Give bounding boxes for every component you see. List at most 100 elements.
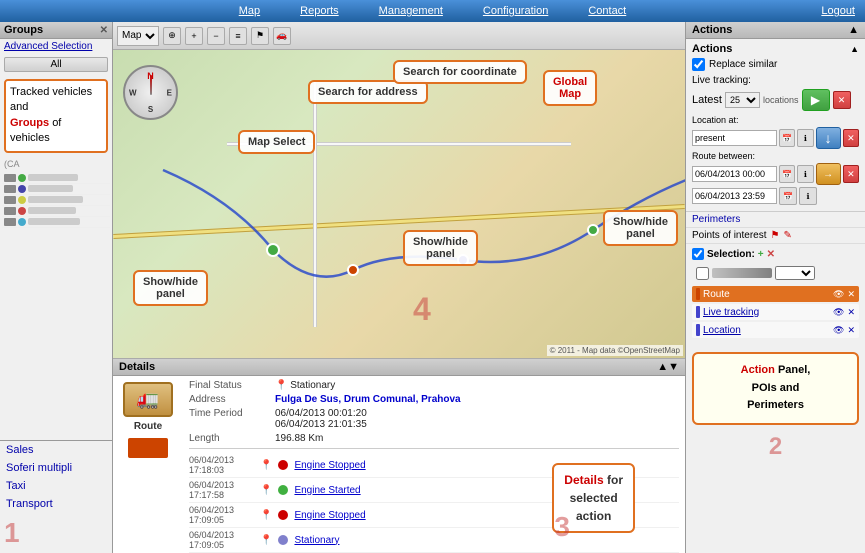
route-to-info-icon[interactable]: ℹ: [799, 187, 817, 205]
actions-sub-header: Actions ▲: [692, 43, 859, 55]
route-icon-box: 🚛: [123, 382, 173, 417]
actions-section: Actions ▲ Replace similar Live tracking:…: [686, 39, 865, 212]
route-from-input[interactable]: [692, 166, 777, 182]
event-link[interactable]: Engine Stopped: [294, 510, 365, 521]
advanced-selection-link[interactable]: Advanced Selection: [0, 39, 112, 54]
details-anno-action: action: [576, 509, 611, 523]
location-pin-icon: 📍: [260, 510, 272, 521]
nav-map[interactable]: Map: [239, 5, 260, 17]
final-status-row: Final Status 📍 Stationary: [189, 380, 679, 391]
route-item-label: Route: [703, 289, 830, 300]
group-section: Sales Soferi multipli Taxi Transport: [0, 440, 112, 513]
selection-item-live-tracking[interactable]: Live tracking 👁 ✕: [692, 304, 859, 320]
location-close-icon[interactable]: ✕: [847, 325, 855, 336]
logout-button[interactable]: Logout: [821, 5, 855, 17]
ca-label: (CA: [0, 157, 112, 171]
sidebar-item-taxi[interactable]: Taxi: [0, 477, 112, 495]
event-dot: [278, 535, 288, 545]
list-item[interactable]: [2, 206, 110, 217]
latest-count-select[interactable]: 251050: [725, 92, 760, 108]
selection-close-icon[interactable]: ✕: [767, 249, 775, 260]
replace-similar-checkbox[interactable]: [692, 58, 705, 71]
route-to-input[interactable]: [692, 188, 777, 204]
nav-contact[interactable]: Contact: [588, 5, 626, 17]
location-at-clear-button[interactable]: ✕: [843, 129, 859, 147]
route-from-go-button[interactable]: →: [816, 163, 841, 185]
list-item[interactable]: [2, 173, 110, 184]
route-eye-icon[interactable]: 👁: [833, 289, 844, 300]
groups-close-icon[interactable]: ✕: [100, 25, 108, 36]
left-panel-number-badge: 1: [4, 517, 20, 548]
selection-add-icon[interactable]: +: [758, 249, 764, 260]
event-link[interactable]: Engine Started: [294, 485, 360, 496]
length-label: Length: [189, 433, 269, 444]
poi-edit-icon[interactable]: ✎: [783, 230, 791, 241]
location-at-input[interactable]: [692, 130, 777, 146]
route-close-icon[interactable]: ✕: [847, 289, 855, 300]
layers-icon[interactable]: ≡: [229, 27, 247, 45]
live-tracking-close-icon[interactable]: ✕: [847, 307, 855, 318]
nav-management[interactable]: Management: [379, 5, 443, 17]
actions-sub-scroll[interactable]: ▲: [850, 44, 859, 54]
nav-reports[interactable]: Reports: [300, 5, 339, 17]
show-hide-3-label: Show/hidepanel: [613, 216, 668, 240]
map-select-annotation: Map Select: [238, 130, 315, 154]
road-vertical: [313, 81, 317, 327]
action-panel-label: Action: [741, 364, 775, 376]
route-color-bar: [128, 438, 168, 458]
show-hide-1-annotation: Show/hidepanel: [133, 270, 208, 306]
location-pin-icon: 📍: [275, 380, 287, 391]
flag-icon[interactable]: ⚑: [251, 27, 269, 45]
vehicle-color-checkbox[interactable]: [696, 267, 709, 280]
perimeters-row[interactable]: Perimeters: [686, 212, 865, 228]
nav-configuration[interactable]: Configuration: [483, 5, 548, 17]
location-at-info-icon[interactable]: ℹ: [797, 129, 813, 147]
vehicle-list: [0, 171, 112, 440]
actions-scroll-icon[interactable]: ▲: [848, 24, 859, 36]
list-item[interactable]: [2, 195, 110, 206]
event-link[interactable]: Stationary: [294, 535, 339, 546]
vehicle-color-select[interactable]: [775, 266, 815, 280]
nav-compass-icon[interactable]: ⊕: [163, 27, 181, 45]
sidebar-item-transport[interactable]: Transport: [0, 495, 112, 513]
car-icon[interactable]: 🚗: [273, 27, 291, 45]
live-tracking-eye-icon[interactable]: 👁: [833, 307, 844, 318]
sidebar-item-sales[interactable]: Sales: [0, 441, 112, 459]
details-panel: Details ▲▼ 🚛 Route Final Status: [113, 358, 685, 553]
location-pin-icon: 📍: [260, 460, 272, 471]
route-from-info-icon[interactable]: ℹ: [797, 165, 813, 183]
details-scroll-icon[interactable]: ▲▼: [657, 361, 679, 373]
list-item[interactable]: [2, 217, 110, 228]
selection-item-route[interactable]: Route 👁 ✕: [692, 286, 859, 302]
sidebar-item-soferi[interactable]: Soferi multipli: [0, 459, 112, 477]
selection-header: Selection: + ✕: [692, 248, 859, 260]
location-eye-icon[interactable]: 👁: [833, 325, 844, 336]
details-anno-label: Details: [564, 473, 603, 487]
event-link[interactable]: Engine Stopped: [294, 460, 365, 471]
search-coord-label: Search for coordinate: [403, 66, 517, 78]
zoom-in-icon[interactable]: +: [185, 27, 203, 45]
route-from-calendar-icon[interactable]: 📅: [779, 165, 795, 183]
route-from-clear-button[interactable]: ✕: [843, 165, 859, 183]
route-to-calendar-icon[interactable]: 📅: [779, 187, 797, 205]
details-anno-selected: selected: [570, 491, 618, 505]
list-item[interactable]: [2, 184, 110, 195]
live-tracking-stop-button[interactable]: ✕: [833, 91, 851, 109]
live-tracking-play-button[interactable]: ▶: [802, 89, 830, 111]
location-at-controls: 📅 ℹ ↓ ✕: [692, 127, 859, 149]
selection-section: Selection: + ✕ Route 👁 ✕ Live tracking �: [686, 244, 865, 344]
global-map-annotation: GlobalMap: [543, 70, 597, 106]
location-at-calendar-icon[interactable]: 📅: [779, 129, 795, 147]
selection-checkbox[interactable]: [692, 248, 704, 260]
latest-label: Latest: [692, 94, 722, 106]
all-button[interactable]: All: [4, 57, 108, 72]
map-select-dropdown[interactable]: Map: [117, 26, 159, 46]
event-date: 06/04/201317:09:05: [189, 530, 254, 550]
show-hide-3-annotation: Show/hidepanel: [603, 210, 678, 246]
route-icon-area: 🚛 Route: [113, 376, 183, 553]
zoom-out-icon[interactable]: −: [207, 27, 225, 45]
address-row: Address Fulga De Sus, Drum Comunal, Prah…: [189, 394, 679, 405]
location-at-go-button[interactable]: ↓: [816, 127, 841, 149]
poi-icon[interactable]: ⚑: [770, 230, 779, 241]
selection-item-location[interactable]: Location 👁 ✕: [692, 322, 859, 338]
